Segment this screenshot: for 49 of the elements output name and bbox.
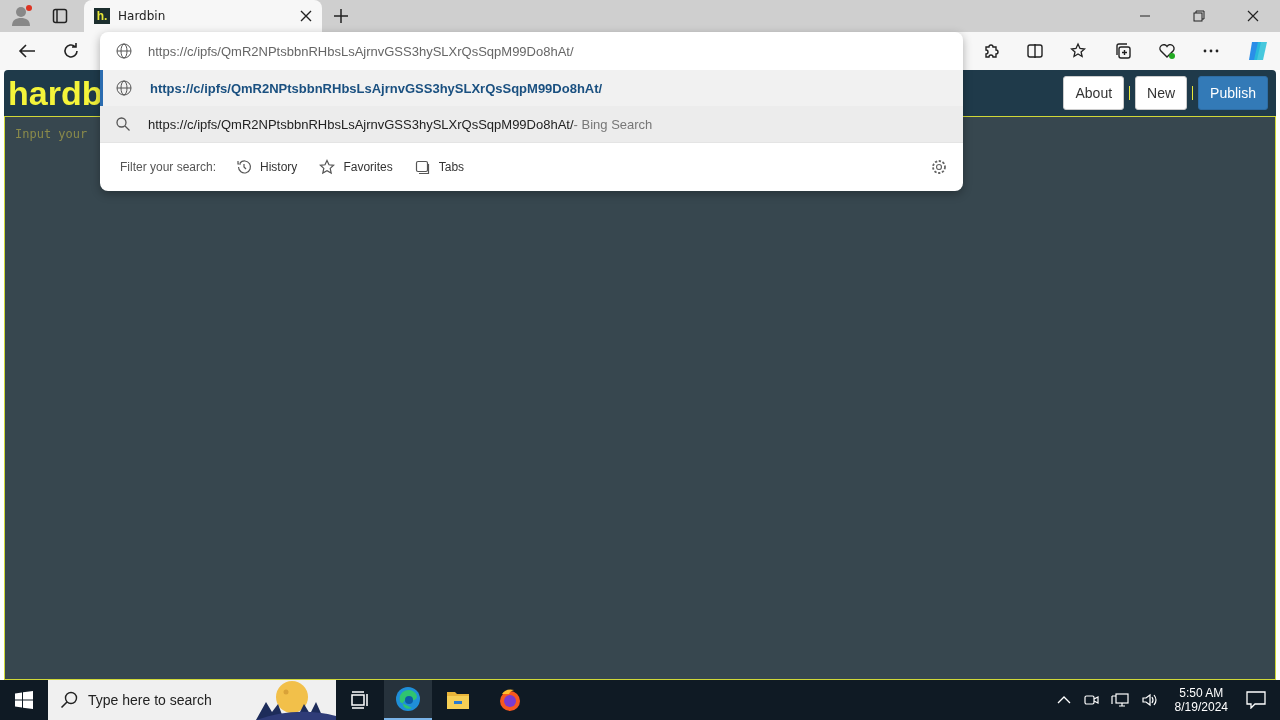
reload-icon[interactable] — [62, 42, 80, 60]
clock-time[interactable]: 5:50 AM — [1179, 686, 1224, 700]
task-view-icon[interactable] — [350, 690, 370, 710]
filter-label: Filter your search: — [120, 160, 217, 174]
filter-option[interactable]: Favorites — [317, 157, 395, 177]
close-icon[interactable] — [300, 10, 312, 22]
copilot-icon[interactable] — [1246, 39, 1270, 63]
favicon: h. — [94, 8, 110, 24]
editor-placeholder: Input your — [15, 127, 88, 141]
browser-tab[interactable]: h. Hardbin — [84, 0, 322, 32]
edge-taskbar-button[interactable] — [384, 680, 432, 720]
nav-button[interactable]: Publish — [1198, 76, 1268, 110]
history-icon — [236, 159, 253, 175]
suggestion-item[interactable]: https://c/ipfs/QmR2NPtsbbnRHbsLsAjrnvGSS3hySLXrQsSqpM99Do8hAt/- Bing Search — [100, 106, 963, 142]
windows-start-icon[interactable] — [15, 691, 33, 709]
globe-icon — [116, 43, 132, 59]
network-icon[interactable] — [1110, 692, 1129, 708]
suggestion-item[interactable]: https://c/ipfs/QmR2NPtsbbnRHbsLsAjrnvGSS3hySLXrQsSqpM99Do8hAt/ — [100, 70, 963, 106]
star-icon — [319, 159, 336, 175]
settings-icon[interactable] — [931, 159, 947, 175]
tab-actions-icon[interactable] — [52, 8, 68, 24]
globe-icon — [116, 80, 132, 96]
notifications-icon[interactable] — [1246, 691, 1266, 709]
back-icon[interactable] — [18, 42, 36, 60]
folder-icon[interactable] — [446, 690, 470, 710]
filter-option[interactable]: History — [234, 157, 300, 177]
nav-button[interactable]: About — [1063, 76, 1125, 110]
site-logo[interactable]: hardb — [8, 73, 103, 113]
collections-icon[interactable] — [1114, 42, 1132, 60]
search-icon — [116, 117, 130, 131]
search-icon — [60, 691, 78, 709]
chevron-up-icon[interactable] — [1056, 695, 1071, 705]
nav-button[interactable]: New — [1135, 76, 1188, 110]
split-screen-icon[interactable] — [1026, 42, 1044, 60]
edge-icon — [395, 686, 421, 712]
firefox-icon[interactable] — [498, 688, 522, 712]
extensions-icon[interactable] — [982, 42, 1000, 60]
volume-icon[interactable] — [1140, 692, 1159, 708]
tab-title: Hardbin — [118, 9, 167, 23]
tabs-icon — [414, 159, 431, 175]
taskbar-search-field[interactable]: Type here to search — [48, 680, 336, 720]
restore-icon[interactable] — [1193, 10, 1205, 22]
clock-date[interactable]: 8/19/2024 — [1174, 700, 1228, 714]
favorites-icon[interactable] — [1070, 42, 1088, 60]
profile-icon[interactable] — [10, 4, 34, 28]
camera-icon[interactable] — [1082, 692, 1099, 708]
close-icon[interactable] — [1247, 10, 1259, 22]
new-tab-icon[interactable] — [334, 9, 348, 23]
filter-option[interactable]: Tabs — [412, 157, 467, 177]
